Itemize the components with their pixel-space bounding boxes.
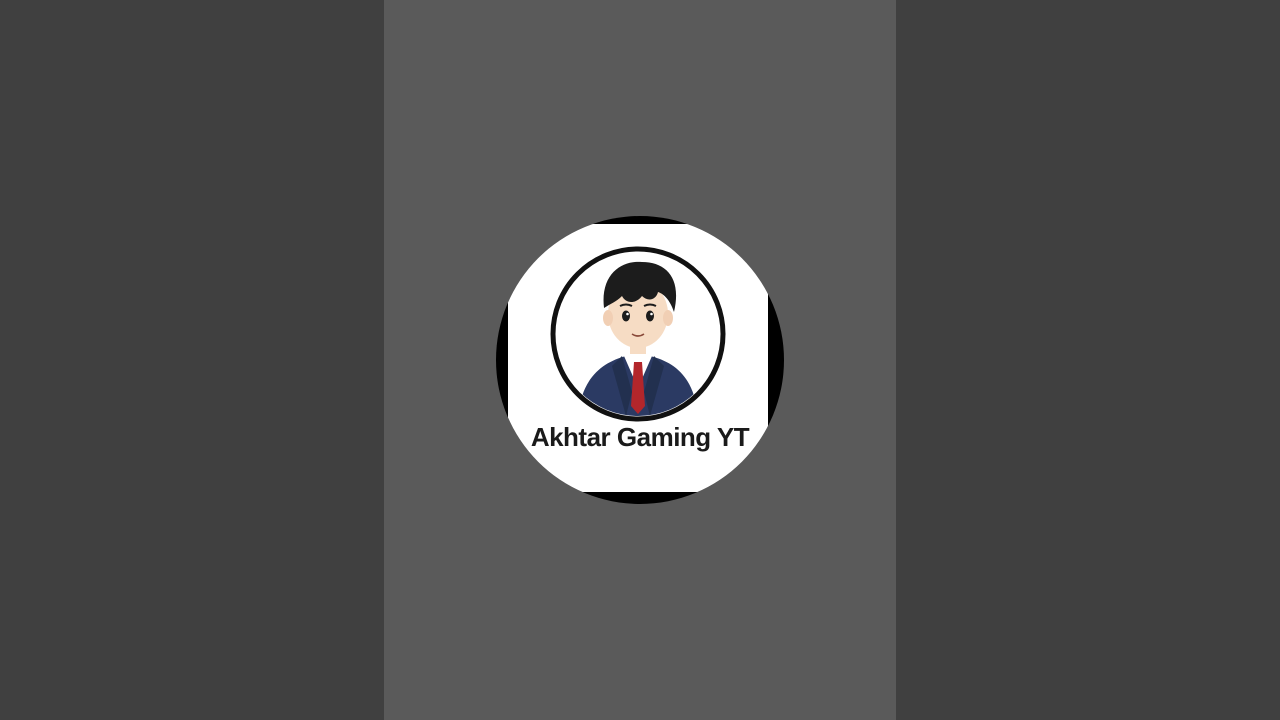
channel-logo-text: Akhtar Gaming YT <box>530 422 750 452</box>
anime-avatar-icon <box>550 246 726 422</box>
letterbox-right <box>896 0 1280 720</box>
letterbox-left <box>0 0 384 720</box>
channel-logo: Akhtar Gaming YT <box>496 216 784 504</box>
video-frame[interactable]: Akhtar Gaming YT <box>0 0 1280 720</box>
